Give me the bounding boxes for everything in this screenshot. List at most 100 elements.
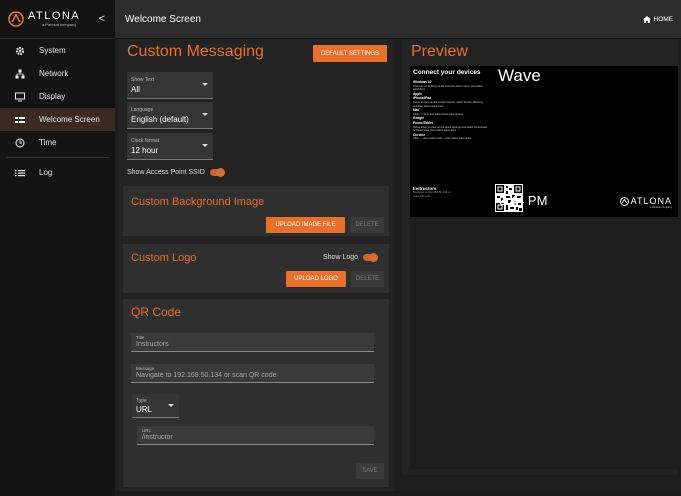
header: Welcome Screen HOME (115, 0, 681, 39)
network-icon (15, 69, 25, 79)
instruction-line: Click ▭ menu and select wave-front-airpl… (413, 112, 463, 116)
instruction-line: or Smart View, then select wave-front (413, 129, 456, 133)
preview-logo-tagline: a Panduit company (649, 206, 672, 209)
qr-message-field[interactable]: Message Navigate to 192.168.50.134 or sc… (131, 364, 374, 383)
show-text-label: Show Text (131, 77, 154, 83)
sidebar-item-network[interactable]: Network (0, 62, 115, 85)
background-image-title: Custom Background Image (131, 196, 265, 208)
qr-url-field[interactable]: URL /instructor (137, 426, 374, 445)
brand-name: ATLONA (28, 10, 81, 22)
instruction-line: Click ⋮, then select Cast..., then selec… (413, 137, 471, 141)
sidebar: ATLONA a Panduit company < System Networ… (0, 0, 115, 496)
preview-qr-text: Instructors Navigate to 192.168.50.134 o… (413, 186, 497, 199)
preview-empty-area (410, 217, 678, 469)
sidebar-item-label: Display (39, 92, 66, 101)
sidebar-item-welcome-screen[interactable]: Welcome Screen (0, 108, 115, 131)
custom-messaging-panel: Custom Messaging DEFAULT SETTINGS Show T… (118, 39, 395, 491)
qr-type-value: URL (136, 405, 153, 414)
qr-url-label: URL (142, 428, 152, 433)
chevron-down-icon (168, 404, 174, 407)
show-ssid-label: Show Access Point SSID (127, 169, 205, 176)
custom-messaging-title: Custom Messaging (127, 43, 264, 60)
qr-url-value: /instructor (142, 434, 173, 441)
qr-type-select[interactable]: Type URL (132, 394, 179, 418)
brand-tagline: a Panduit company (42, 22, 77, 27)
home-link[interactable]: HOME (642, 15, 674, 23)
qr-title-value: Instructors (136, 341, 169, 348)
save-button[interactable]: SAVE (356, 463, 384, 479)
show-text-value: All (131, 85, 140, 94)
sidebar-item-label: Welcome Screen (39, 115, 100, 124)
qr-message-label: Message (136, 366, 155, 371)
clock-format-select[interactable]: Clock format 12 hour (127, 133, 213, 160)
collapse-sidebar-icon[interactable]: < (99, 13, 105, 25)
preview-qr-message: scan QR code (413, 193, 431, 198)
instruction-line: Press ⊞ + K to bring up the Connect acti… (413, 84, 484, 88)
show-logo-row: Show Logo (323, 253, 379, 262)
clock-format-label: Clock format (131, 138, 160, 144)
sidebar-item-log[interactable]: Log (0, 161, 115, 184)
preview-time: 3:44 PM (499, 193, 548, 208)
preview-screen: Connect your devices Wave Windows 10 Pre… (410, 66, 678, 217)
atlona-logo-icon (619, 196, 629, 206)
qr-title-label: Title (136, 335, 145, 340)
upload-image-button[interactable]: UPLOAD IMAGE FILE (266, 217, 345, 233)
qr-type-label: Type (136, 398, 147, 404)
preview-instructions: Windows 10 Press ⊞ + K to bring up the C… (413, 80, 495, 141)
atlona-logo-icon (8, 11, 24, 27)
home-icon (642, 15, 651, 23)
sidebar-item-label: System (39, 46, 66, 55)
monitor-icon (15, 92, 25, 102)
preview-logo-wordmark: ATLONA (619, 196, 672, 206)
show-logo-toggle[interactable] (363, 253, 379, 262)
sidebar-item-display[interactable]: Display (0, 85, 115, 108)
brand: ATLONA a Panduit company < (0, 0, 115, 39)
qr-code-card: QR Code Title Instructors Message Naviga… (123, 299, 389, 487)
page-footer-edge (115, 491, 681, 496)
instruction-line: wave-front (413, 88, 426, 92)
list-icon (15, 168, 25, 178)
delete-image-button[interactable]: DELETE (350, 217, 384, 233)
home-label: HOME (653, 15, 674, 23)
chevron-down-icon (202, 144, 208, 147)
qr-code-title: QR Code (131, 305, 182, 319)
background-image-card: Custom Background Image UPLOAD IMAGE FIL… (123, 186, 389, 236)
sidebar-item-time[interactable]: Time (0, 131, 115, 154)
preview-logo-name: ATLONA (630, 196, 672, 206)
qr-title-field[interactable]: Title Instructors (131, 333, 374, 352)
toggle-knob (369, 253, 379, 262)
language-value: English (default) (131, 115, 189, 124)
toggle-knob (215, 168, 225, 177)
chevron-down-icon (202, 83, 208, 86)
show-text-select[interactable]: Show Text All (127, 72, 213, 99)
show-logo-label: Show Logo (323, 254, 359, 261)
preview-logo: ATLONA a Panduit company (619, 196, 672, 209)
clock-format-value: 12 hour (131, 146, 159, 155)
chevron-down-icon (202, 113, 208, 116)
preview-title: Preview (411, 43, 468, 60)
show-ssid-row: Show Access Point SSID (127, 168, 225, 177)
default-settings-button[interactable]: DEFAULT SETTINGS (313, 45, 387, 62)
gear-icon (15, 46, 25, 56)
preview-room-name: Wave (498, 66, 541, 85)
sidebar-item-label: Network (39, 69, 69, 78)
logo-title: Custom Logo (131, 252, 197, 264)
sidebar-nav: System Network Display Welcome Screen Ti… (0, 39, 115, 184)
language-label: Language (131, 107, 154, 113)
delete-logo-button[interactable]: DELETE (351, 271, 384, 287)
sidebar-divider (6, 157, 109, 158)
logo-card: Custom Logo Show Logo UPLOAD LOGO DELETE (123, 244, 389, 293)
instruction-line: and then select wave-front (413, 104, 444, 108)
welcome-screen-icon (15, 115, 25, 125)
sidebar-item-label: Time (39, 138, 57, 147)
clock-icon (15, 138, 25, 148)
brand-wordmark: ATLONA a Panduit company (28, 11, 80, 27)
preview-panel: Preview Connect your devices Wave Window… (402, 39, 678, 475)
qr-message-value: Navigate to 192.168.50.134 or scan QR co… (136, 372, 277, 379)
language-select[interactable]: Language English (default) (127, 102, 213, 129)
sidebar-item-label: Log (39, 168, 53, 177)
page-title: Welcome Screen (125, 13, 201, 25)
sidebar-item-system[interactable]: System (0, 39, 115, 62)
upload-logo-button[interactable]: UPLOAD LOGO (286, 271, 346, 287)
show-ssid-toggle[interactable] (209, 168, 225, 177)
